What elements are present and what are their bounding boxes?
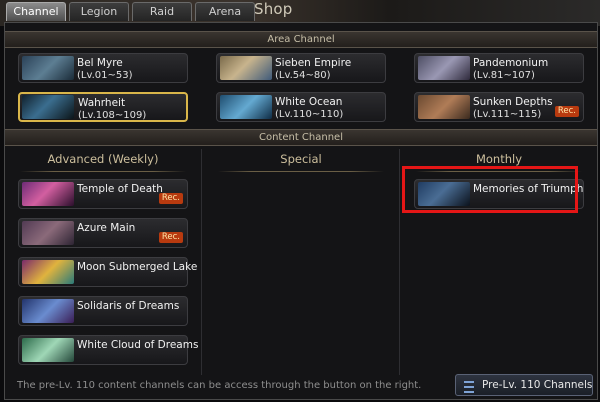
tab-raid[interactable]: Raid (132, 2, 192, 21)
advanced-weekly-title: Advanced (Weekly) (47, 152, 159, 166)
content-channel-temple-of-death[interactable]: Temple of Death Rec. (18, 179, 188, 209)
content-channel-white-cloud-of-dreams[interactable]: White Cloud of Dreams (18, 335, 198, 365)
title-underline (218, 171, 384, 172)
white-cloud-of-dreams-thumbnail (22, 338, 74, 362)
monthly-title: Monthly (475, 152, 523, 166)
area-channel-wahrheit[interactable]: Wahrheit (Lv.108~109) (18, 92, 188, 122)
channel-name: Wahrheit (78, 97, 126, 109)
tab-legion[interactable]: Legion (69, 2, 129, 21)
rec-badge: Rec. (158, 232, 183, 243)
channel-level: (Lv.111~115) (473, 109, 542, 120)
list-icon (464, 381, 474, 393)
area-channel-white-ocean[interactable]: White Ocean (Lv.110~110) (216, 92, 386, 122)
azure-main-thumbnail (22, 221, 74, 245)
wahrheit-thumbnail (22, 95, 74, 119)
content-channel-azure-main[interactable]: Azure Main Rec. (18, 218, 188, 248)
channel-name: Sieben Empire (275, 57, 352, 69)
tab-channel[interactable]: Channel (6, 2, 66, 21)
red-highlight-box (402, 166, 578, 213)
area-channel-header: Area Channel (5, 31, 597, 48)
area-channel-sieben-empire[interactable]: Sieben Empire (Lv.54~80) (216, 53, 386, 83)
special-title: Special (280, 152, 322, 166)
channel-name: Solidaris of Dreams (77, 300, 180, 312)
pandemonium-thumbnail (418, 56, 470, 80)
channel-name: Moon Submerged Lake (77, 261, 198, 273)
shop-label: Shop (254, 0, 293, 18)
content-channel-header: Content Channel (5, 129, 597, 146)
title-underline (20, 171, 186, 172)
bel-myre-thumbnail (22, 56, 74, 80)
solidaris-of-dreams-thumbnail (22, 299, 74, 323)
area-channel-bel-myre[interactable]: Bel Myre (Lv.01~53) (18, 53, 188, 83)
tab-arena[interactable]: Arena (195, 2, 255, 21)
channel-level: (Lv.110~110) (275, 109, 344, 120)
button-label: Pre-Lv. 110 Channels (482, 379, 593, 391)
channel-name: Bel Myre (77, 57, 123, 69)
channel-name: White Ocean (275, 96, 343, 108)
pre-lv-110-channels-button[interactable]: Pre-Lv. 110 Channels (455, 374, 593, 396)
channel-level: (Lv.01~53) (77, 70, 133, 81)
channel-name: Pandemonium (473, 57, 549, 69)
sunken-depths-thumbnail (418, 95, 470, 119)
content-channel-solidaris-of-dreams[interactable]: Solidaris of Dreams (18, 296, 188, 326)
footer-hint: The pre-Lv. 110 content channels can be … (17, 380, 422, 391)
tab-bar: Channel Legion Raid Arena (6, 2, 255, 22)
moon-submerged-lake-thumbnail (22, 260, 74, 284)
sieben-empire-thumbnail (220, 56, 272, 80)
rec-badge: Rec. (554, 106, 579, 117)
column-divider (399, 149, 400, 375)
temple-of-death-thumbnail (22, 182, 74, 206)
channel-level: (Lv.54~80) (275, 70, 331, 81)
content-channel-moon-submerged-lake[interactable]: Moon Submerged Lake (18, 257, 197, 287)
channel-level: (Lv.81~107) (473, 70, 535, 81)
white-ocean-thumbnail (220, 95, 272, 119)
column-divider (201, 149, 202, 375)
channel-level: (Lv.108~109) (78, 110, 147, 121)
channel-name: Temple of Death (77, 183, 163, 195)
area-channel-sunken-depths[interactable]: Sunken Depths (Lv.111~115) Rec. (414, 92, 584, 122)
area-channel-pandemonium[interactable]: Pandemonium (Lv.81~107) (414, 53, 584, 83)
channel-name: Azure Main (77, 222, 136, 234)
channel-window: Area Channel Bel Myre (Lv.01~53) Sieben … (4, 22, 598, 400)
channel-name: White Cloud of Dreams (77, 339, 199, 351)
rec-badge: Rec. (158, 193, 183, 204)
channel-name: Sunken Depths (473, 96, 553, 108)
